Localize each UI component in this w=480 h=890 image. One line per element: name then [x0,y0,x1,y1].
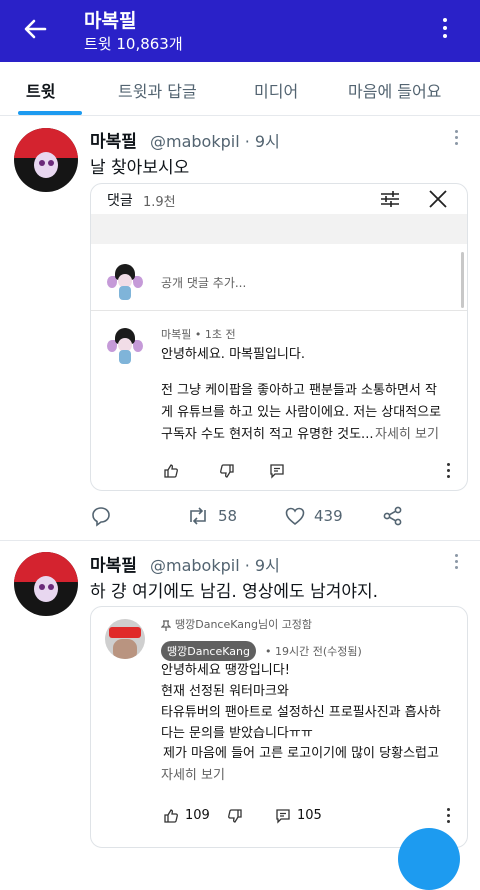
author-name[interactable]: 마복필 [90,551,137,576]
comments-header-strip [91,214,467,244]
author-name[interactable]: 마복필 [90,127,137,152]
add-comment-input[interactable]: 공개 댓글 추가... [161,274,246,291]
comment-line: 다는 문의를 받았습니다ㅠㅠ [161,726,313,741]
divider [91,310,467,311]
reply-icon[interactable] [275,808,291,828]
retweet-count: 58 [218,507,238,525]
read-more-link[interactable]: 자세히 보기 [375,424,439,446]
tweet-text: 하 걍 여기에도 남김. 영상에도 남겨야지. [90,582,379,602]
profile-title: 마복필 [84,10,137,32]
tweet-more-icon[interactable] [453,130,459,150]
pin-icon [160,617,172,636]
share-icon[interactable] [382,505,404,531]
avatar[interactable] [14,128,78,192]
like-heart-icon[interactable] [284,505,306,531]
retweet-icon[interactable] [186,505,210,531]
comment-line: 현재 선정된 워터마크와 [161,684,289,699]
comment-line: 타유튜버의 팬아트로 설정하신 프로필사진과 흡사하 [161,705,441,720]
profile-tabs: 트윗 트윗과 답글 미디어 마음에 들어요 [0,62,480,116]
author-badge[interactable]: 땡깡DanceKang [161,641,256,661]
author-handle[interactable]: @mabokpil · 9시 [150,552,280,576]
tab-likes[interactable]: 마음에 들어요 [348,78,441,102]
tweet-count: 트윗 10,863개 [84,35,183,53]
tweet-divider [0,540,480,541]
more-vertical-icon[interactable] [440,18,450,44]
embedded-comment-card[interactable]: 땡깡DanceKang님이 고정함 땡깡DanceKang • 19시간 전(수… [90,606,468,848]
comment-author[interactable]: 마복필 • 1초 전 [161,326,236,342]
reply-icon[interactable] [90,505,112,531]
thumbs-down-icon[interactable] [219,463,235,483]
top-app-bar: 마복필 트윗 10,863개 [0,0,480,62]
tweet-text: 날 찾아보시오 [90,158,190,178]
read-more-link[interactable]: 자세히 보기 [161,765,225,787]
comment-line: 안녕하세요. 마복필입니다. [161,347,305,362]
comment-line: 전 그냥 케이팝을 좋아하고 팬분들과 소통하면서 작 [161,383,437,398]
comment-more-icon[interactable] [445,463,451,479]
comment-reply-count: 105 [297,808,322,823]
comment-line: 구독자 수도 현저히 적고 유명한 것도... [161,427,374,442]
close-icon[interactable] [427,188,449,214]
comment-line: 게 유튜브를 하고 있는 사람이에요. 저는 상대적으로 [161,405,442,420]
thumbs-down-icon[interactable] [227,808,243,828]
comments-label: 댓글 [107,193,133,209]
back-arrow-icon[interactable] [18,14,52,44]
tweet-more-icon[interactable] [453,554,459,574]
comment-line: 안녕하세요 땡깡입니다! [161,663,290,678]
author-handle[interactable]: @mabokpil · 9시 [150,128,280,152]
scrollbar[interactable] [461,252,464,308]
commenter-avatar[interactable] [105,619,145,659]
comment-more-icon[interactable] [445,808,451,824]
tab-media[interactable]: 미디어 [254,78,298,102]
comments-count: 1.9천 [143,195,176,210]
user-avatar [105,262,145,302]
compose-tweet-button[interactable] [398,828,460,890]
comment-like-count: 109 [185,808,210,823]
avatar[interactable] [14,552,78,616]
thumbs-up-icon[interactable] [163,463,179,483]
active-tab-indicator [18,111,82,115]
commenter-avatar[interactable] [105,326,145,366]
reply-icon[interactable] [269,463,285,483]
tab-tweets[interactable]: 트윗 [26,78,55,102]
comment-line: 제가 마음에 들어 고른 로고이기에 많이 당황스럽고 [163,746,439,761]
embedded-comments-card[interactable]: 댓글 1.9천 공개 댓글 추가... 마복필 • 1초 전 안녕하세요. 마복… [90,183,468,491]
comment-meta: • 19시간 전(수정됨) [265,645,362,658]
sort-icon[interactable] [379,188,401,214]
thumbs-up-icon[interactable] [163,808,179,828]
like-count: 439 [314,507,343,525]
tab-tweets-replies[interactable]: 트윗과 답글 [118,78,197,102]
pinned-label: 땡깡DanceKang님이 고정함 [175,618,313,631]
